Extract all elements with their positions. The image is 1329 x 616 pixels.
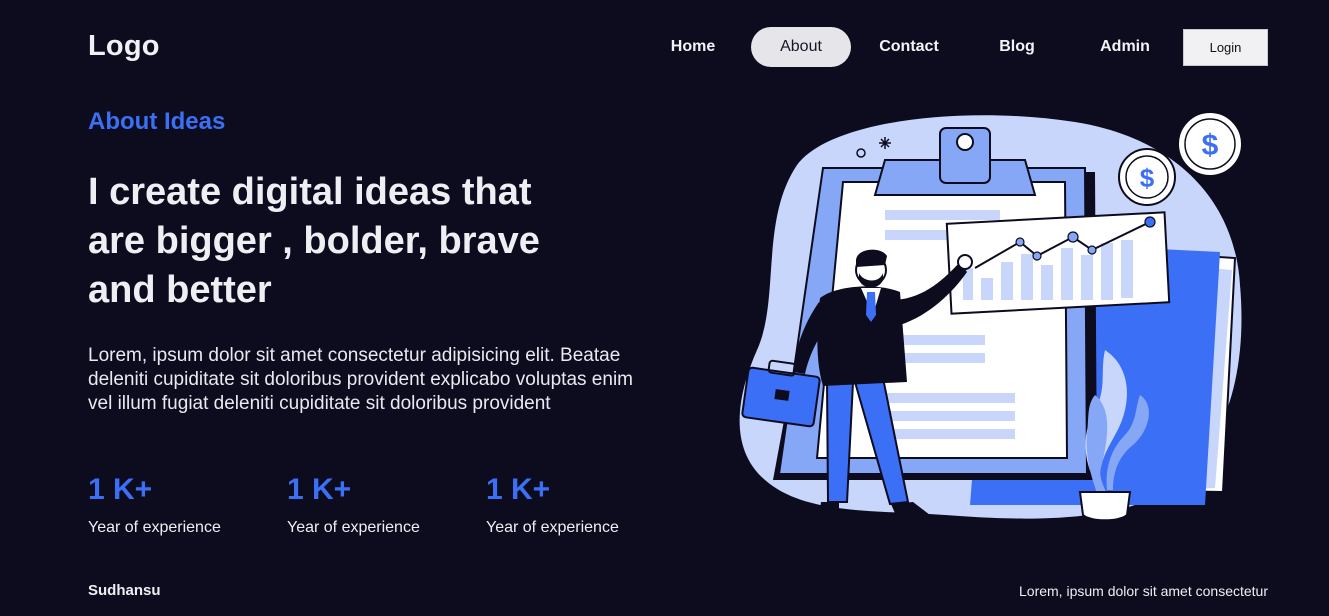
chart-board-icon <box>945 211 1171 315</box>
footer-text: Lorem, ipsum dolor sit amet consectetur <box>1019 583 1268 599</box>
stat-value: 1 K+ <box>287 473 352 506</box>
nav-home[interactable]: Home <box>652 27 734 67</box>
stat-label: Year of experience <box>486 519 619 536</box>
stat-item: 1 K+ Year of experience <box>287 473 467 537</box>
stat-item: 1 K+ Year of experience <box>486 473 666 537</box>
headline-line: and better <box>88 269 272 311</box>
nav-admin[interactable]: Admin <box>1084 27 1166 67</box>
section-eyebrow: About Ideas <box>88 108 226 135</box>
hero-illustration: $ $ <box>739 111 1243 522</box>
stat-item: 1 K+ Year of experience <box>88 473 268 537</box>
nav-about[interactable]: About <box>751 27 851 67</box>
hero-description: Lorem, ipsum dolor sit amet consectetur … <box>88 345 633 414</box>
stat-label: Year of experience <box>88 519 221 536</box>
hero-headline: I create digital ideas that are bigger ,… <box>88 168 608 315</box>
nav-contact[interactable]: Contact <box>868 27 950 67</box>
nav-blog[interactable]: Blog <box>976 27 1058 67</box>
login-button[interactable]: Login <box>1183 29 1268 66</box>
headline-line: I create digital ideas that <box>88 171 532 213</box>
footer-author: Sudhansu <box>88 582 161 599</box>
main-nav: Home About Contact Blog Admin Login <box>0 27 1329 67</box>
coin-symbol: $ <box>1140 163 1155 193</box>
stat-value: 1 K+ <box>486 473 551 506</box>
headline-line: are bigger , bolder, brave <box>88 220 540 262</box>
stat-value: 1 K+ <box>88 473 153 506</box>
coin-symbol: $ <box>1202 129 1219 162</box>
stat-label: Year of experience <box>287 519 420 536</box>
coin-icon: $ <box>1177 111 1243 177</box>
coin-icon: $ <box>1118 148 1176 206</box>
